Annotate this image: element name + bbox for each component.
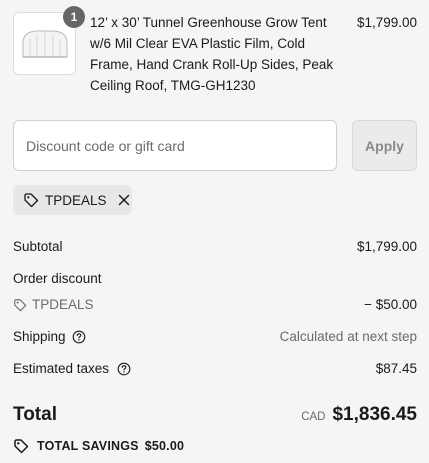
total-savings: TOTAL SAVINGS $50.00	[13, 438, 184, 454]
discount-code-line: TPDEALS	[13, 297, 94, 312]
taxes-row: Estimated taxes $87.45	[13, 361, 417, 376]
discount-code-row: TPDEALS − $50.00	[13, 297, 417, 312]
discount-value: − $50.00	[364, 297, 417, 312]
savings-value: $50.00	[144, 439, 185, 453]
total-label: Total	[13, 404, 57, 425]
order-discount-row: Order discount	[13, 271, 417, 286]
greenhouse-thumbnail-icon	[22, 30, 67, 57]
currency-code: CAD	[301, 411, 326, 423]
shipping-value: Calculated at next step	[279, 329, 417, 344]
help-icon[interactable]	[117, 362, 131, 376]
line-item: 1 12’ x 30’ Tunnel Greenhouse Grow Tent …	[13, 6, 417, 102]
subtotal-row: Subtotal $1,799.00	[13, 239, 417, 254]
taxes-label: Estimated taxes	[13, 361, 110, 376]
help-icon[interactable]	[72, 330, 86, 344]
subtotal-value: $1,799.00	[356, 239, 417, 254]
product-title: 12’ x 30’ Tunnel Greenhouse Grow Tent w/…	[90, 15, 334, 93]
savings-label: TOTAL SAVINGS	[37, 439, 139, 453]
subtotal-label: Subtotal	[13, 239, 63, 254]
applied-discount-code: TPDEALS	[45, 192, 107, 208]
discount-code-input[interactable]	[13, 120, 337, 171]
taxes-value: $87.45	[375, 361, 417, 376]
quantity-badge: 1	[63, 6, 85, 28]
order-summary: 1 12’ x 30’ Tunnel Greenhouse Grow Tent …	[0, 0, 429, 463]
product-price: $1,799.00	[356, 15, 417, 30]
apply-button[interactable]: Apply	[352, 120, 417, 171]
tag-icon	[13, 298, 27, 312]
shipping-label: Shipping	[13, 329, 66, 344]
total-row: Total CAD $1,836.45	[13, 404, 417, 426]
applied-discount-tag: TPDEALS	[13, 185, 132, 215]
close-icon[interactable]	[117, 193, 131, 207]
total-amount: $1,836.45	[332, 404, 417, 425]
order-discount-label: Order discount	[13, 271, 102, 286]
shipping-row: Shipping Calculated at next step	[13, 329, 417, 344]
tag-icon	[23, 192, 39, 208]
discount-code-text: TPDEALS	[32, 297, 94, 312]
tag-icon	[13, 438, 29, 454]
